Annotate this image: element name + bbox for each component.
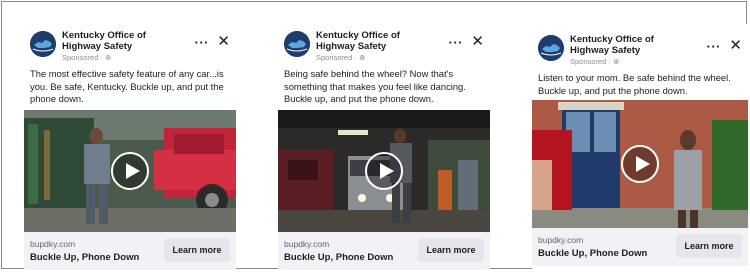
play-icon[interactable] [365,152,403,190]
ad-card: Kentucky Office of Highway Safety Sponso… [278,20,490,270]
learn-more-button[interactable]: Learn more [418,238,484,262]
page-name[interactable]: Kentucky Office of Highway Safety [570,34,695,56]
link-domain[interactable]: bupdky.com [284,239,329,249]
ad-footer: bupdky.com Buckle Up, Phone Down Learn m… [278,232,490,270]
page-logo-icon[interactable] [538,35,564,61]
close-icon[interactable]: ✕ [471,34,484,49]
ad-card: Kentucky Office of Highway Safety Sponso… [24,20,236,270]
ad-header: Kentucky Office of Highway Safety Sponso… [538,32,744,66]
video-thumbnail[interactable] [24,110,236,232]
ad-header: Kentucky Office of Highway Safety Sponso… [30,28,232,62]
close-icon[interactable]: ✕ [729,38,742,53]
link-domain[interactable]: bupdky.com [30,239,75,249]
ad-footer: bupdky.com Buckle Up, Phone Down Learn m… [532,228,748,266]
ad-text: The most effective safety feature of any… [30,68,224,104]
ad-footer: bupdky.com Buckle Up, Phone Down Learn m… [24,232,236,270]
page-logo-icon[interactable] [284,31,310,57]
link-headline[interactable]: Buckle Up, Phone Down [30,252,139,263]
learn-more-button[interactable]: Learn more [164,238,230,262]
video-thumbnail[interactable] [532,100,748,228]
more-options-icon[interactable]: ··· [707,40,722,53]
ad-card: Kentucky Office of Highway Safety Sponso… [532,24,748,274]
more-options-icon[interactable]: ··· [449,36,464,49]
link-headline[interactable]: Buckle Up, Phone Down [284,252,393,263]
link-headline[interactable]: Buckle Up, Phone Down [538,248,647,259]
ad-header: Kentucky Office of Highway Safety Sponso… [284,28,486,62]
video-thumbnail[interactable] [278,110,490,232]
page-logo-icon[interactable] [30,31,56,57]
ad-text: Being safe behind the wheel? Now that's … [284,68,466,104]
sponsored-label: Sponsored · ⊕ [316,53,366,62]
link-domain[interactable]: bupdky.com [538,235,583,245]
sponsored-label: Sponsored · ⊕ [62,53,112,62]
play-icon[interactable] [111,152,149,190]
more-options-icon[interactable]: ··· [195,36,210,49]
page-name[interactable]: Kentucky Office of Highway Safety [316,30,441,52]
page-name[interactable]: Kentucky Office of Highway Safety [62,30,187,52]
close-icon[interactable]: ✕ [217,34,230,49]
learn-more-button[interactable]: Learn more [676,234,742,258]
sponsored-label: Sponsored · ⊕ [570,57,620,66]
play-icon[interactable] [621,145,659,183]
ad-text: Listen to your mom. Be safe behind the w… [538,72,731,96]
